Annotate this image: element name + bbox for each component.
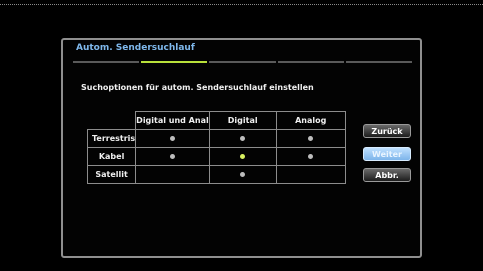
step-progress-bar bbox=[73, 61, 413, 64]
option-terrestris-digital[interactable] bbox=[208, 129, 277, 148]
option-dot-icon bbox=[240, 136, 246, 141]
next-button[interactable]: Weiter bbox=[363, 147, 411, 161]
grid-header-row: Digital und Anal Digital Analog bbox=[88, 111, 346, 130]
progress-step-5 bbox=[345, 61, 413, 63]
option-dot-icon bbox=[240, 172, 246, 177]
row-label-satellit: Satellit bbox=[86, 165, 137, 184]
grid-row-kabel: Kabel bbox=[86, 147, 346, 166]
back-button[interactable]: Zurück bbox=[363, 124, 411, 138]
option-terrestris-analog[interactable] bbox=[275, 129, 346, 148]
search-options-grid: Digital und Anal Digital Analog Terrestr… bbox=[86, 111, 346, 184]
grid-corner bbox=[88, 112, 136, 130]
auto-scan-dialog: Autom. Sendersuchlauf Suchoptionen für a… bbox=[61, 38, 422, 258]
progress-step-2 bbox=[141, 61, 208, 63]
option-kabel-digital[interactable] bbox=[208, 147, 277, 166]
column-header-analog: Analog bbox=[275, 111, 346, 130]
column-header-digital: Digital bbox=[208, 111, 277, 130]
option-kabel-digital-and-analog[interactable] bbox=[135, 147, 210, 166]
column-header-digital-and-analog: Digital und Anal bbox=[135, 111, 210, 130]
option-dot-icon bbox=[308, 154, 314, 159]
screen-top-border bbox=[0, 4, 483, 5]
row-label-terrestris: Terrestris bbox=[86, 129, 137, 148]
dialog-title: Autom. Sendersuchlauf bbox=[76, 43, 195, 53]
cancel-button[interactable]: Abbr. bbox=[363, 168, 411, 182]
progress-step-1 bbox=[73, 61, 140, 63]
option-dot-icon bbox=[169, 136, 175, 141]
progress-step-3 bbox=[209, 61, 276, 63]
option-satellit-digital[interactable] bbox=[208, 165, 277, 184]
option-terrestris-digital-and-analog[interactable] bbox=[135, 129, 210, 148]
option-kabel-analog[interactable] bbox=[275, 147, 346, 166]
dialog-subtitle: Suchoptionen für autom. Sendersuchlauf e… bbox=[81, 83, 314, 92]
row-label-kabel: Kabel bbox=[86, 147, 137, 166]
option-satellit-analog bbox=[275, 165, 346, 184]
progress-step-4 bbox=[277, 61, 344, 63]
option-satellit-digital-and-analog bbox=[135, 165, 210, 184]
option-dot-selected-icon bbox=[240, 154, 246, 159]
option-dot-icon bbox=[169, 154, 175, 159]
grid-row-terrestris: Terrestris bbox=[86, 129, 346, 148]
option-dot-icon bbox=[308, 136, 314, 141]
grid-row-satellit: Satellit bbox=[86, 165, 346, 184]
